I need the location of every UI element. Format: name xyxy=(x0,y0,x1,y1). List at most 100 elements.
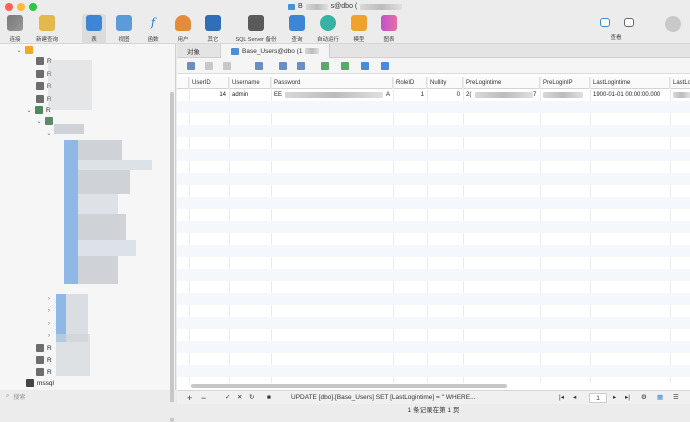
column-header-username[interactable]: Username xyxy=(229,77,271,89)
tree-database-row[interactable]: R xyxy=(36,367,52,377)
cell-password[interactable]: EE xyxy=(271,89,285,101)
delete-row-button[interactable]: − xyxy=(201,391,206,405)
stop-icon[interactable]: ■ xyxy=(267,391,271,405)
next-page-icon[interactable]: ▸ xyxy=(613,391,616,405)
toolbar-automation-label: 自动运行 xyxy=(316,37,339,43)
tree-database-row[interactable]: R xyxy=(36,355,52,365)
toolbar-other-button[interactable]: 其它 xyxy=(202,14,224,44)
toolbar-function-button[interactable]: f 函数 xyxy=(142,14,164,44)
database-icon xyxy=(35,106,43,114)
table-toolbar xyxy=(177,58,690,74)
toolbar-automation-button[interactable]: 自动运行 xyxy=(314,14,342,44)
app-window: B s@dbo ( 连接 新建查询 表 视图 f 函数 用户 其它 SQL Se… xyxy=(0,0,690,422)
database-icon xyxy=(36,82,44,90)
grid-view-icon[interactable]: ▦ xyxy=(657,391,663,405)
cancel-icon[interactable]: ✕ xyxy=(237,391,242,405)
column-header-password[interactable]: Password xyxy=(271,77,393,89)
view-mode-button[interactable]: 查看 xyxy=(604,30,628,44)
data-generation-icon[interactable] xyxy=(361,62,369,70)
maximize-window-button[interactable] xyxy=(29,3,37,11)
toolbar-connect-button[interactable]: 连接 xyxy=(4,14,26,44)
toolbar-view-button[interactable]: 视图 xyxy=(113,14,135,44)
discard-icon[interactable] xyxy=(223,62,231,70)
refresh-icon[interactable] xyxy=(381,62,389,70)
toolbar-new-query-button[interactable]: 新建查询 xyxy=(32,14,62,44)
settings-icon[interactable]: ⚙ xyxy=(641,391,647,405)
filter-icon[interactable] xyxy=(279,62,287,70)
cell-nullity[interactable]: 0 xyxy=(427,89,463,101)
tree-connection-mssql[interactable]: mssql xyxy=(26,378,54,388)
tree-tables-row[interactable]: ⌄ xyxy=(46,128,52,138)
column-header-lastlogintime[interactable]: LastLogintime xyxy=(590,77,670,89)
toolbar-chart-button[interactable]: 图表 xyxy=(378,14,400,44)
form-view-icon[interactable]: ☰ xyxy=(673,391,679,405)
apply-icon[interactable]: ✓ xyxy=(225,391,230,405)
last-page-icon[interactable]: ▸| xyxy=(625,391,630,405)
sort-icon[interactable] xyxy=(297,62,305,70)
page-number-input[interactable]: 1 xyxy=(589,393,607,403)
tree-folder-row[interactable]: › xyxy=(46,294,52,304)
cell-userid[interactable]: 14 xyxy=(189,89,229,101)
text-view-icon[interactable] xyxy=(255,62,263,70)
backup-icon xyxy=(248,15,264,31)
previous-page-icon[interactable]: ◂ xyxy=(573,391,576,405)
tree-database-row-expanded[interactable]: ⌄ R xyxy=(26,105,51,115)
column-header-preloginip[interactable]: PreLoginIP xyxy=(540,77,590,89)
tree-schema-row[interactable]: ⌄ xyxy=(36,116,53,126)
cell-lastlogintime[interactable]: 1900-01-01 00:00:00.000 xyxy=(590,89,670,101)
table-row[interactable]: 14 admin EE A 1 0 2( 7 1900-01-01 00:00:… xyxy=(177,89,690,101)
tab-objects[interactable]: 对象 xyxy=(177,44,221,58)
tree-server-row[interactable]: ⌄ xyxy=(16,45,33,55)
tree-folder-row[interactable]: › xyxy=(46,331,52,341)
record-count: 1 条记录在第 1 页 xyxy=(407,407,460,414)
database-icon xyxy=(36,70,44,78)
sidebar-scrollbar[interactable] xyxy=(170,92,174,422)
toolbar-query-button[interactable]: 查询 xyxy=(286,14,308,44)
column-header-userid[interactable]: UserID xyxy=(189,77,229,89)
cell-roleid[interactable]: 1 xyxy=(393,89,427,101)
import-icon[interactable] xyxy=(321,62,329,70)
redacted-block xyxy=(78,140,122,160)
window-title: B s@dbo ( xyxy=(288,3,403,10)
empty-row xyxy=(177,245,690,257)
toolbar-backup-button[interactable]: SQL Server 备份 xyxy=(232,14,280,44)
close-window-button[interactable] xyxy=(5,3,13,11)
account-button[interactable] xyxy=(664,14,682,44)
tree-folder-row[interactable]: › xyxy=(46,319,52,329)
add-row-button[interactable]: + xyxy=(187,391,192,405)
chevron-right-icon: › xyxy=(48,296,50,302)
refresh-icon[interactable]: ↻ xyxy=(249,391,254,405)
row-indicator-header xyxy=(177,77,189,89)
toolbar-model-button[interactable]: 模型 xyxy=(348,14,370,44)
save-icon[interactable] xyxy=(205,62,213,70)
cell-username[interactable]: admin xyxy=(229,89,271,101)
cell-password-end[interactable]: A xyxy=(383,89,393,101)
sidebar-search[interactable]: ⌕ 搜索 xyxy=(0,390,176,402)
tab-base-users[interactable]: Base_Users@dbo (1 xyxy=(221,44,331,58)
empty-row xyxy=(177,281,690,293)
column-header-nullity[interactable]: Nullity xyxy=(427,77,463,89)
record-info-bar: 1 条记录在第 1 页 xyxy=(177,404,690,418)
column-header-prelogintime[interactable]: PreLogintime xyxy=(463,77,540,89)
chart-icon xyxy=(381,15,397,31)
toolbar-query-label: 查询 xyxy=(291,37,303,43)
column-header-roleid[interactable]: RoleID xyxy=(393,77,427,89)
database-icon xyxy=(36,368,44,376)
toolbar-table-button[interactable]: 表 xyxy=(82,14,106,44)
export-icon[interactable] xyxy=(341,62,349,70)
table-icon xyxy=(288,3,295,10)
begin-transaction-icon[interactable] xyxy=(187,62,195,70)
toolbar-user-button[interactable]: 用户 xyxy=(172,14,194,44)
grid-horizontal-scrollbar[interactable] xyxy=(191,384,507,388)
tree-database-row[interactable]: R xyxy=(36,343,52,353)
cell-preloginip[interactable]: 7 xyxy=(533,89,540,101)
column-header-lastloginip[interactable]: LastLo xyxy=(670,77,690,89)
tree-folder-row[interactable]: › xyxy=(46,306,52,316)
first-page-icon[interactable]: |◂ xyxy=(559,391,564,405)
empty-row xyxy=(177,113,690,125)
minimize-window-button[interactable] xyxy=(17,3,25,11)
tree-database-label: R xyxy=(47,344,52,352)
chevron-down-icon: ⌄ xyxy=(36,118,42,125)
cell-prelogintime[interactable]: 2( xyxy=(463,89,475,101)
connect-icon xyxy=(7,15,23,31)
